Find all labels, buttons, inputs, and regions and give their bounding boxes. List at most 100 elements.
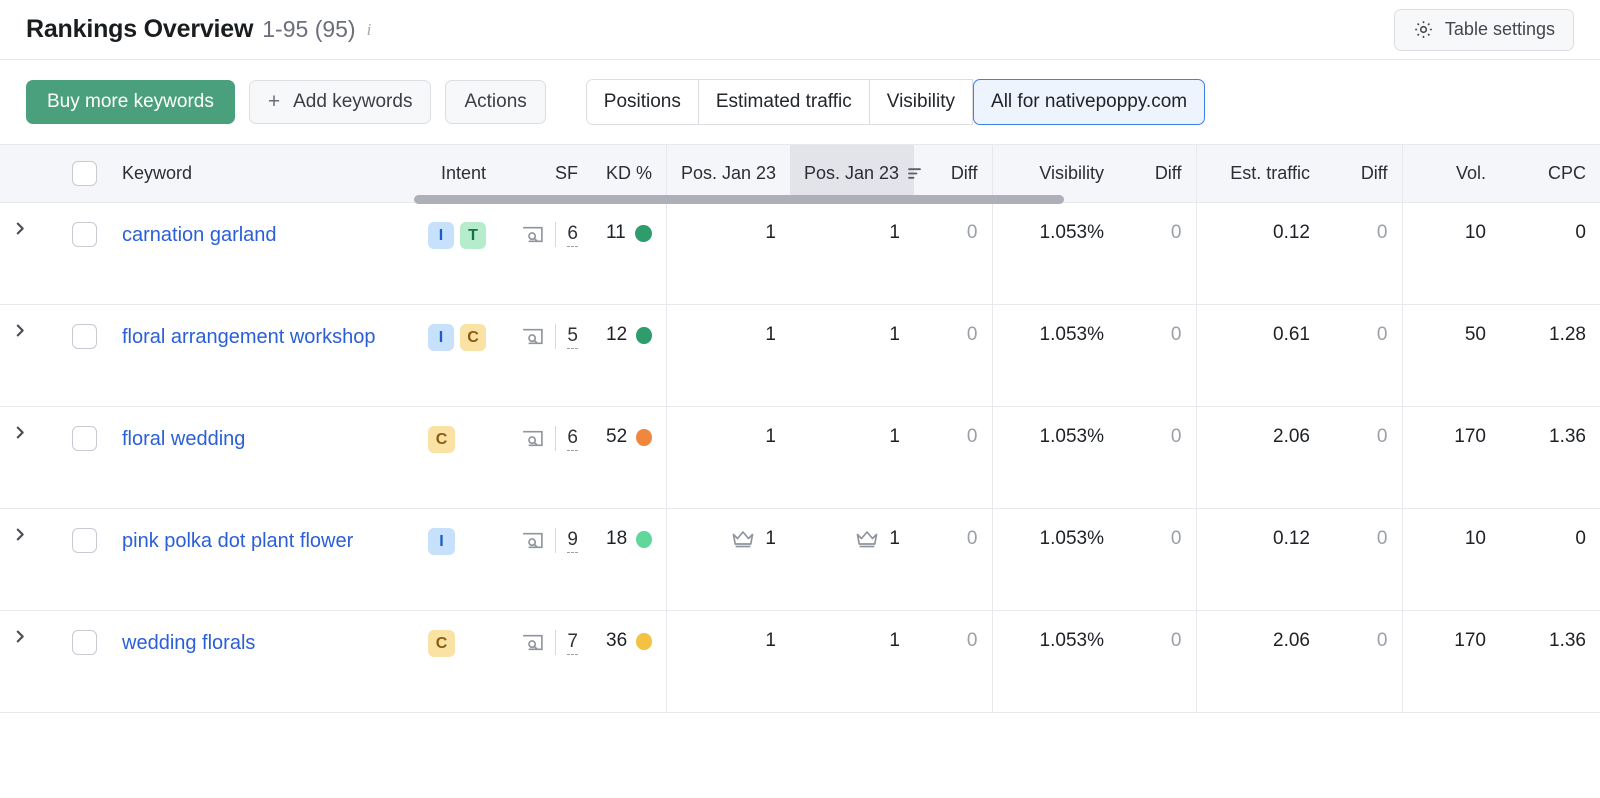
intent-cell: IT xyxy=(414,202,500,305)
horizontal-scrollbar-thumb[interactable] xyxy=(414,195,1064,204)
intent-badges: C xyxy=(428,630,486,657)
intent-badge-c[interactable]: C xyxy=(428,630,455,657)
page-title: Rankings Overview xyxy=(26,15,254,43)
expand-row-chevron-icon[interactable] xyxy=(14,528,44,541)
intent-badge-i[interactable]: I xyxy=(428,324,454,351)
header-diff-2[interactable]: Diff xyxy=(1118,144,1196,203)
volume-value: 170 xyxy=(1454,630,1486,651)
header-intent[interactable]: Intent xyxy=(414,144,500,203)
intent-badge-label: C xyxy=(467,328,479,346)
row-checkbox[interactable] xyxy=(72,324,97,349)
row-checkbox[interactable] xyxy=(72,222,97,247)
header-pos-1[interactable]: Pos. Jan 23 xyxy=(665,144,790,203)
row-checkbox[interactable] xyxy=(72,426,97,451)
buy-more-keywords-label: Buy more keywords xyxy=(47,91,214,112)
intent-badge-t[interactable]: T xyxy=(460,222,486,249)
buy-more-keywords-button[interactable]: Buy more keywords xyxy=(26,80,235,124)
sf-cell: 9 xyxy=(500,508,592,611)
serp-features-icon[interactable] xyxy=(521,632,544,653)
segment-all-for-nativepoppy-com[interactable]: All for nativepoppy.com xyxy=(973,79,1206,125)
header-cpc[interactable]: CPC xyxy=(1500,144,1600,203)
expand-row-chevron-icon[interactable] xyxy=(14,426,44,439)
keyword-link[interactable]: carnation garland xyxy=(122,222,277,249)
intent-badge-c[interactable]: C xyxy=(460,324,486,351)
sf-count[interactable]: 9 xyxy=(567,529,578,553)
cpc-cell: 0 xyxy=(1500,508,1600,611)
select-all-checkbox[interactable] xyxy=(72,161,97,186)
table-row: pink polka dot plant flower I 9 18 1 1 0 1.053%… xyxy=(0,508,1600,611)
header-sf-label: SF xyxy=(554,163,578,183)
header-keyword[interactable]: Keyword xyxy=(108,144,414,203)
header-select-all[interactable] xyxy=(58,144,108,203)
expand-cell[interactable] xyxy=(0,508,58,611)
add-keywords-button[interactable]: + Add keywords xyxy=(248,80,432,124)
header-visibility[interactable]: Visibility xyxy=(991,144,1118,203)
expand-cell[interactable] xyxy=(0,304,58,407)
keyword-cell[interactable]: carnation garland xyxy=(108,202,414,305)
sf-count[interactable]: 7 xyxy=(567,631,578,655)
visibility-value: 1.053% xyxy=(1039,426,1104,447)
results-range: 1-95 (95) xyxy=(262,16,356,42)
select-cell[interactable] xyxy=(58,304,108,407)
keyword-cell[interactable]: floral arrangement workshop xyxy=(108,304,414,407)
sf-count[interactable]: 6 xyxy=(567,223,578,247)
keyword-link[interactable]: wedding florals xyxy=(122,630,255,657)
keyword-link[interactable]: floral arrangement workshop xyxy=(122,324,375,351)
diff-value: 0 xyxy=(1170,426,1182,447)
intent-badge-i[interactable]: I xyxy=(428,222,454,249)
segment-visibility[interactable]: Visibility xyxy=(869,79,974,125)
intent-badge-c[interactable]: C xyxy=(428,426,455,453)
expand-cell[interactable] xyxy=(0,610,58,713)
serp-features-icon[interactable] xyxy=(521,326,544,347)
keyword-link[interactable]: pink polka dot plant flower xyxy=(122,528,353,555)
header-diff-2-label: Diff xyxy=(1154,163,1182,183)
segment-estimated-traffic[interactable]: Estimated traffic xyxy=(698,79,870,125)
volume-cell: 170 xyxy=(1401,406,1500,509)
diff-2-cell: 0 xyxy=(1118,508,1196,611)
intent-badge-i[interactable]: I xyxy=(428,528,455,555)
keyword-cell[interactable]: pink polka dot plant flower xyxy=(108,508,414,611)
header-pos-2[interactable]: Pos. Jan 23 xyxy=(790,144,921,203)
select-cell[interactable] xyxy=(58,406,108,509)
sf-count[interactable]: 6 xyxy=(567,427,578,451)
expand-row-chevron-icon[interactable] xyxy=(14,630,44,643)
select-cell[interactable] xyxy=(58,610,108,713)
intent-cell: IC xyxy=(414,304,500,407)
serp-features-icon[interactable] xyxy=(521,224,544,245)
table-settings-button[interactable]: Table settings xyxy=(1393,8,1574,51)
header-diff-3[interactable]: Diff xyxy=(1324,144,1402,203)
info-icon[interactable]: i xyxy=(367,20,372,40)
est-traffic-cell: 2.06 xyxy=(1195,610,1324,713)
position-value: 1 xyxy=(765,324,776,345)
volume-value: 170 xyxy=(1454,426,1486,447)
expand-cell[interactable] xyxy=(0,406,58,509)
expand-row-chevron-icon[interactable] xyxy=(14,222,44,235)
actions-button[interactable]: Actions xyxy=(445,80,546,124)
expand-cell[interactable] xyxy=(0,202,58,305)
keyword-cell[interactable]: wedding florals xyxy=(108,610,414,713)
header-kd[interactable]: KD % xyxy=(592,144,666,203)
expand-row-chevron-icon[interactable] xyxy=(14,324,44,337)
header-sf[interactable]: SF xyxy=(500,144,592,203)
segment-positions[interactable]: Positions xyxy=(585,79,699,125)
volume-cell: 170 xyxy=(1401,610,1500,713)
cpc-cell: 1.28 xyxy=(1500,304,1600,407)
keyword-cell[interactable]: floral wedding xyxy=(108,406,414,509)
pos-jan23-a-cell: 1 xyxy=(665,508,790,611)
header-vol[interactable]: Vol. xyxy=(1401,144,1500,203)
sort-descending-icon[interactable] xyxy=(906,166,923,181)
select-cell[interactable] xyxy=(58,508,108,611)
volume-cell: 10 xyxy=(1401,508,1500,611)
header-est-traffic[interactable]: Est. traffic xyxy=(1195,144,1324,203)
cpc-value: 1.36 xyxy=(1549,630,1586,651)
cpc-cell: 1.36 xyxy=(1500,406,1600,509)
serp-features-icon[interactable] xyxy=(521,428,544,449)
volume-value: 10 xyxy=(1464,528,1486,549)
row-checkbox[interactable] xyxy=(72,630,97,655)
header-diff-1[interactable]: Diff xyxy=(914,144,992,203)
keyword-link[interactable]: floral wedding xyxy=(122,426,245,453)
serp-features-icon[interactable] xyxy=(521,530,544,551)
select-cell[interactable] xyxy=(58,202,108,305)
sf-count[interactable]: 5 xyxy=(567,325,578,349)
row-checkbox[interactable] xyxy=(72,528,97,553)
